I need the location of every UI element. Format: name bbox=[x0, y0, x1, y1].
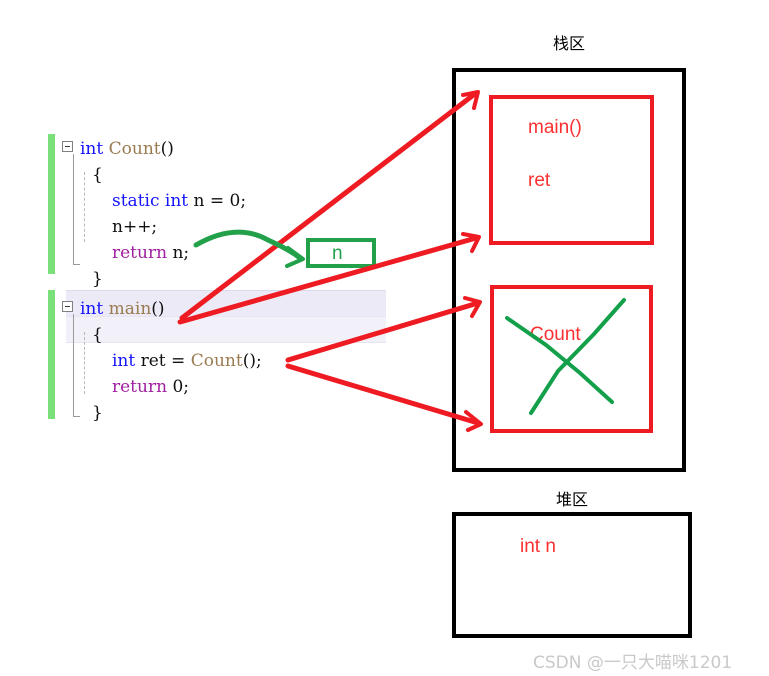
code-token: () bbox=[160, 139, 174, 159]
code-line[interactable]: int ret = Count(); bbox=[112, 348, 262, 374]
code-token: 0; bbox=[167, 377, 189, 397]
code-token: static int bbox=[112, 191, 189, 211]
code-token: int bbox=[80, 299, 109, 319]
stack-frame-main-label: main() bbox=[528, 117, 582, 138]
watermark: CSDN @一只大喵咪1201 bbox=[533, 653, 733, 673]
brace-guide-count bbox=[73, 154, 74, 264]
code-token: } bbox=[92, 269, 103, 289]
code-line[interactable]: return 0; bbox=[112, 374, 189, 400]
code-token: ret = bbox=[135, 351, 191, 371]
code-token: return bbox=[112, 243, 168, 263]
code-line[interactable]: int main() bbox=[80, 296, 165, 322]
heap-region-title: 堆区 bbox=[555, 490, 588, 509]
return-value-label: n bbox=[332, 243, 343, 264]
code-token: return bbox=[112, 377, 168, 397]
code-line[interactable]: { bbox=[92, 162, 103, 188]
code-token: n = 0; bbox=[188, 191, 247, 211]
indent-guide-count bbox=[84, 172, 85, 242]
code-token: int bbox=[80, 139, 109, 159]
code-token: int bbox=[112, 351, 136, 371]
code-token: (); bbox=[242, 351, 262, 371]
heap-region-box bbox=[452, 512, 692, 638]
brace-guide-main-foot bbox=[73, 416, 80, 417]
brace-guide-main bbox=[73, 314, 74, 416]
code-token: Count bbox=[108, 139, 161, 159]
brace-guide-count-foot bbox=[73, 264, 80, 265]
code-line[interactable]: int Count() bbox=[80, 136, 174, 162]
code-line[interactable]: static int n = 0; bbox=[112, 188, 246, 214]
stack-region-title: 栈区 bbox=[552, 34, 585, 53]
code-line[interactable]: n++; bbox=[112, 214, 157, 240]
stack-frame-main-ret-label: ret bbox=[528, 170, 551, 191]
code-line[interactable]: } bbox=[92, 266, 103, 292]
indent-guide-main bbox=[84, 332, 85, 394]
code-token: Count bbox=[190, 351, 243, 371]
code-token: { bbox=[92, 165, 103, 185]
collapse-toggle-main[interactable] bbox=[62, 301, 73, 312]
heap-variable-label: int n bbox=[520, 536, 556, 557]
code-line[interactable]: } bbox=[92, 400, 103, 426]
diagram-canvas: int Count(){static int n = 0; n++; return … bbox=[0, 0, 769, 676]
code-line[interactable]: { bbox=[92, 322, 103, 348]
collapse-toggle-count[interactable] bbox=[62, 141, 73, 152]
code-token: n; bbox=[167, 243, 190, 263]
stack-frame-count-label: Count bbox=[530, 324, 581, 345]
changebar-main bbox=[48, 290, 55, 419]
changebar-count bbox=[48, 134, 55, 274]
code-token: } bbox=[92, 403, 103, 423]
code-line[interactable]: return n; bbox=[112, 240, 189, 266]
code-token: n++; bbox=[112, 217, 158, 237]
code-token: main bbox=[108, 299, 152, 319]
code-token: () bbox=[151, 299, 165, 319]
code-editor[interactable]: int Count(){static int n = 0; n++; return … bbox=[44, 130, 386, 426]
code-token: { bbox=[92, 325, 103, 345]
stack-frame-count bbox=[490, 285, 653, 433]
